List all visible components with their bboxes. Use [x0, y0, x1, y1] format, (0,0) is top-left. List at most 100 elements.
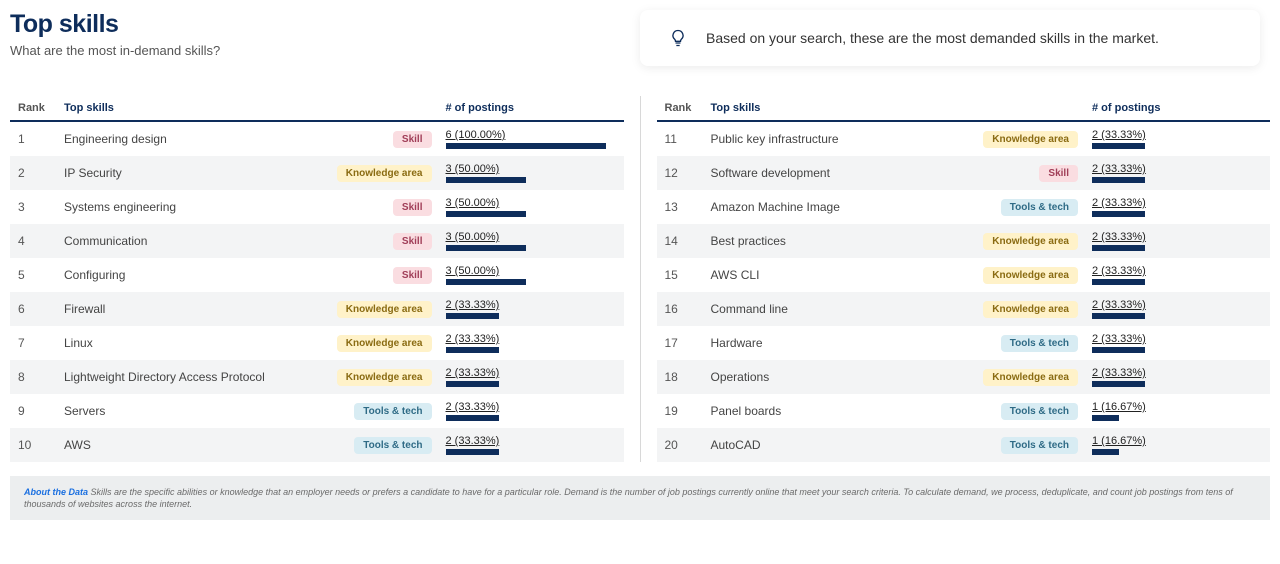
table-row: 6FirewallKnowledge area2 (33.33%) — [10, 292, 624, 326]
skill-tag: Tools & tech — [354, 437, 431, 454]
postings-cell: 3 (50.00%) — [446, 265, 616, 285]
postings-label[interactable]: 3 (50.00%) — [446, 197, 616, 209]
skill-name-text: Engineering design — [64, 132, 167, 146]
postings-label[interactable]: 2 (33.33%) — [1092, 231, 1262, 243]
postings-cell: 2 (33.33%) — [1092, 129, 1262, 149]
col-header-skill[interactable]: Top skills — [711, 102, 1093, 114]
skill-tag: Skill — [393, 199, 432, 216]
postings-label[interactable]: 2 (33.33%) — [446, 333, 616, 345]
skill-tag: Knowledge area — [337, 301, 432, 318]
postings-label[interactable]: 2 (33.33%) — [1092, 197, 1262, 209]
skill-name-text: Public key infrastructure — [711, 132, 839, 146]
table-row: 4CommunicationSkill3 (50.00%) — [10, 224, 624, 258]
postings-bar — [446, 313, 606, 319]
table-row: 20AutoCADTools & tech1 (16.67%) — [657, 428, 1271, 462]
skill-tag: Knowledge area — [983, 267, 1078, 284]
col-header-rank[interactable]: Rank — [665, 102, 711, 114]
postings-label[interactable]: 2 (33.33%) — [446, 367, 616, 379]
rank-cell: 17 — [665, 336, 711, 350]
rank-cell: 1 — [18, 132, 64, 146]
table-row: 11Public key infrastructureKnowledge are… — [657, 122, 1271, 156]
table-row: 9Servers Tools & tech 2 (33.33%) — [10, 394, 624, 428]
rank-cell: 13 — [665, 200, 711, 214]
postings-cell: 2 (33.33%) — [446, 367, 616, 387]
col-header-rank[interactable]: Rank — [18, 102, 64, 114]
postings-label[interactable]: 1 (16.67%) — [1092, 435, 1262, 447]
skill-cell: HardwareTools & tech — [711, 335, 1093, 352]
skill-cell: Amazon Machine ImageTools & tech — [711, 199, 1093, 216]
skill-name-text: Best practices — [711, 234, 786, 248]
skill-cell: FirewallKnowledge area — [64, 301, 446, 318]
postings-cell: 2 (33.33%) — [1092, 163, 1262, 183]
table-row: 8Lightweight Directory Access ProtocolKn… — [10, 360, 624, 394]
rank-cell: 18 — [665, 370, 711, 384]
skill-tag: Tools & tech — [1001, 437, 1078, 454]
postings-label[interactable]: 2 (33.33%) — [446, 435, 616, 447]
skill-tag: Knowledge area — [983, 233, 1078, 250]
skill-name-text: Lightweight Directory Access Protocol — [64, 370, 265, 384]
postings-label[interactable]: 2 (33.33%) — [1092, 163, 1262, 175]
skill-cell: OperationsKnowledge area — [711, 369, 1093, 386]
postings-label[interactable]: 2 (33.33%) — [1092, 299, 1262, 311]
skill-cell: Lightweight Directory Access ProtocolKno… — [64, 369, 446, 386]
skill-name-text: Servers — [64, 404, 105, 418]
postings-label[interactable]: 2 (33.33%) — [1092, 129, 1262, 141]
postings-label[interactable]: 6 (100.00%) — [446, 129, 616, 141]
col-header-postings[interactable]: # of postings — [446, 102, 616, 114]
info-message: Based on your search, these are the most… — [706, 30, 1159, 46]
rank-cell: 9 — [18, 404, 64, 418]
postings-cell: 2 (33.33%) — [1092, 367, 1262, 387]
rank-cell: 11 — [665, 132, 711, 146]
skill-cell: AWS Tools & tech — [64, 437, 446, 454]
postings-label[interactable]: 2 (33.33%) — [446, 299, 616, 311]
skills-table-left: Rank Top skills # of postings 1Engineeri… — [10, 96, 641, 462]
rank-cell: 2 — [18, 166, 64, 180]
postings-bar — [1092, 449, 1252, 455]
skill-tag: Tools & tech — [354, 403, 431, 420]
postings-cell: 3 (50.00%) — [446, 231, 616, 251]
postings-bar — [446, 211, 606, 217]
skill-name-text: Configuring — [64, 268, 125, 282]
rank-cell: 16 — [665, 302, 711, 316]
skill-name-text: Command line — [711, 302, 788, 316]
postings-bar — [1092, 177, 1252, 183]
skill-cell: AWS CLIKnowledge area — [711, 267, 1093, 284]
postings-cell: 1 (16.67%) — [1092, 435, 1262, 455]
skill-cell: Public key infrastructureKnowledge area — [711, 131, 1093, 148]
postings-cell: 2 (33.33%) — [446, 299, 616, 319]
postings-label[interactable]: 2 (33.33%) — [1092, 265, 1262, 277]
skill-cell: IP SecurityKnowledge area — [64, 165, 446, 182]
col-header-skill[interactable]: Top skills — [64, 102, 446, 114]
table-row: 10AWSTools & tech2 (33.33%) — [10, 428, 624, 462]
table-row: 13Amazon Machine ImageTools & tech2 (33.… — [657, 190, 1271, 224]
postings-cell: 1 (16.67%) — [1092, 401, 1262, 421]
postings-bar — [446, 143, 606, 149]
table-row: 18OperationsKnowledge area2 (33.33%) — [657, 360, 1271, 394]
postings-bar — [1092, 313, 1252, 319]
skill-tag: Knowledge area — [337, 165, 432, 182]
skill-name-text: Panel boards — [711, 404, 782, 418]
table-row: 12Software developmentSkill2 (33.33%) — [657, 156, 1271, 190]
postings-label[interactable]: 2 (33.33%) — [446, 401, 616, 413]
table-row: 14Best practicesKnowledge area2 (33.33%) — [657, 224, 1271, 258]
postings-cell: 2 (33.33%) — [446, 401, 616, 421]
postings-label[interactable]: 2 (33.33%) — [1092, 333, 1262, 345]
skill-name-text: AWS — [64, 438, 91, 452]
postings-label[interactable]: 1 (16.67%) — [1092, 401, 1262, 413]
postings-label[interactable]: 3 (50.00%) — [446, 231, 616, 243]
postings-bar — [1092, 381, 1252, 387]
skill-tag: Tools & tech — [1001, 199, 1078, 216]
skill-tag: Skill — [393, 267, 432, 284]
postings-bar — [446, 177, 606, 183]
about-data-link[interactable]: About the Data — [24, 487, 88, 497]
postings-cell: 2 (33.33%) — [1092, 265, 1262, 285]
postings-bar — [1092, 415, 1252, 421]
postings-bar — [446, 279, 606, 285]
postings-cell: 3 (50.00%) — [446, 197, 616, 217]
col-header-postings[interactable]: # of postings — [1092, 102, 1262, 114]
postings-label[interactable]: 3 (50.00%) — [446, 163, 616, 175]
postings-label[interactable]: 2 (33.33%) — [1092, 367, 1262, 379]
postings-cell: 2 (33.33%) — [1092, 231, 1262, 251]
postings-label[interactable]: 3 (50.00%) — [446, 265, 616, 277]
postings-bar — [446, 415, 606, 421]
